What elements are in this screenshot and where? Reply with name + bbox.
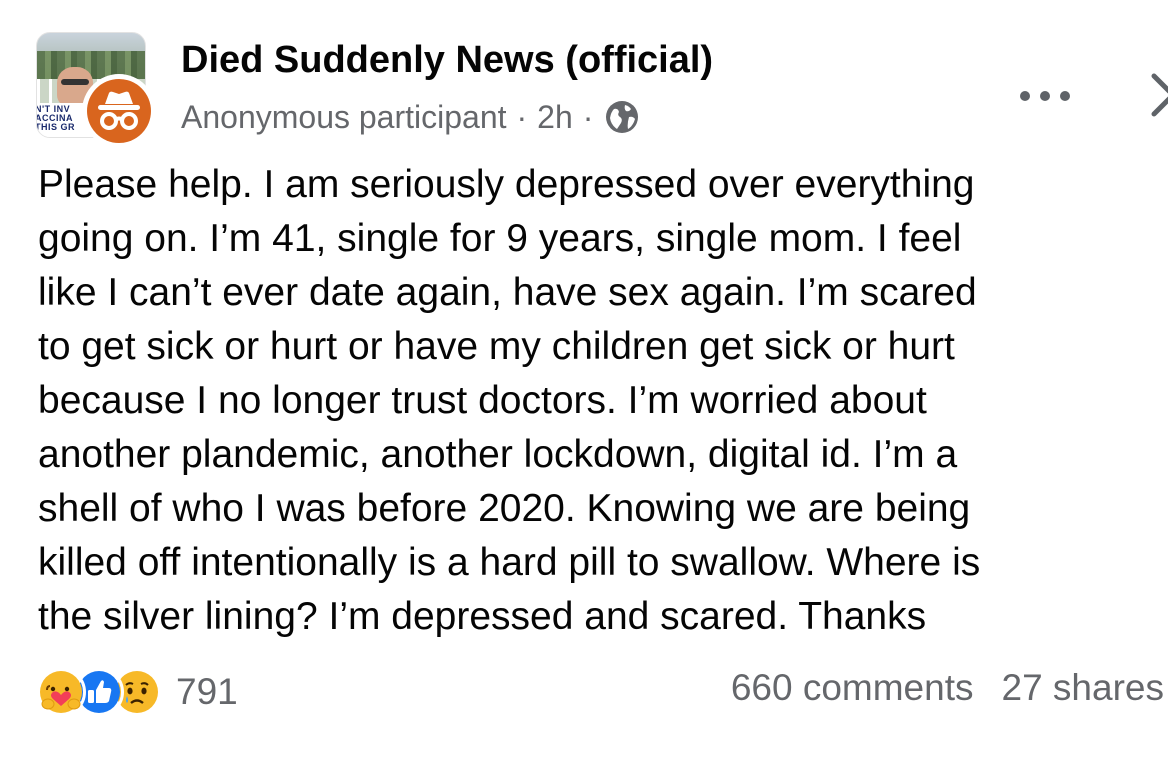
close-icon[interactable] [1148,70,1168,120]
post-header: N'T INV ACCINA THIS GR Died Suddenly New… [36,28,1168,148]
engagement-stats: 660 comments 27 shares [731,666,1164,710]
meta-separator: · [516,99,528,135]
reactions-summary[interactable]: 791 [36,664,238,720]
shares-count[interactable]: 27 shares [1002,667,1165,708]
post-text-line: Please help. I am seriously depressed ov… [38,163,975,206]
reaction-count[interactable]: 791 [176,670,238,714]
incognito-icon [98,91,140,130]
post-text-line: another plandemic, another lockdown, dig… [38,433,958,476]
more-dot-2 [1040,91,1050,101]
post-text-line: the silver lining? I’m depressed and sca… [38,595,927,638]
post-text: Please help. I am seriously depressed ov… [38,158,1158,644]
post-text-line: killed off intentionally is a hard pill … [38,541,981,584]
facebook-post: N'T INV ACCINA THIS GR Died Suddenly New… [0,0,1168,757]
group-name[interactable]: Died Suddenly News (official) [181,38,713,82]
post-text-line: because I no longer trust doctors. I’m w… [38,379,927,422]
meta-separator-2: · [582,99,594,135]
globe-icon [606,101,639,133]
more-dot-3 [1060,91,1070,101]
comments-count[interactable]: 660 comments [731,667,974,708]
author-name[interactable]: Anonymous participant [181,98,507,136]
more-dots-icon [1020,91,1030,101]
post-text-line: like I can’t ever date again, have sex a… [38,271,977,314]
post-meta: Anonymous participant · 2h · [181,98,639,136]
more-options-button[interactable] [1020,86,1070,106]
post-text-line: going on. I’m 41, single for 9 years, si… [38,217,962,260]
anonymous-badge [82,74,156,148]
post-timestamp[interactable]: 2h [537,98,573,136]
post-text-line: shell of who I was before 2020. Knowing … [38,487,971,530]
post-text-line: to get sick or hurt or have my children … [38,325,955,368]
care-reaction-icon [36,667,86,717]
